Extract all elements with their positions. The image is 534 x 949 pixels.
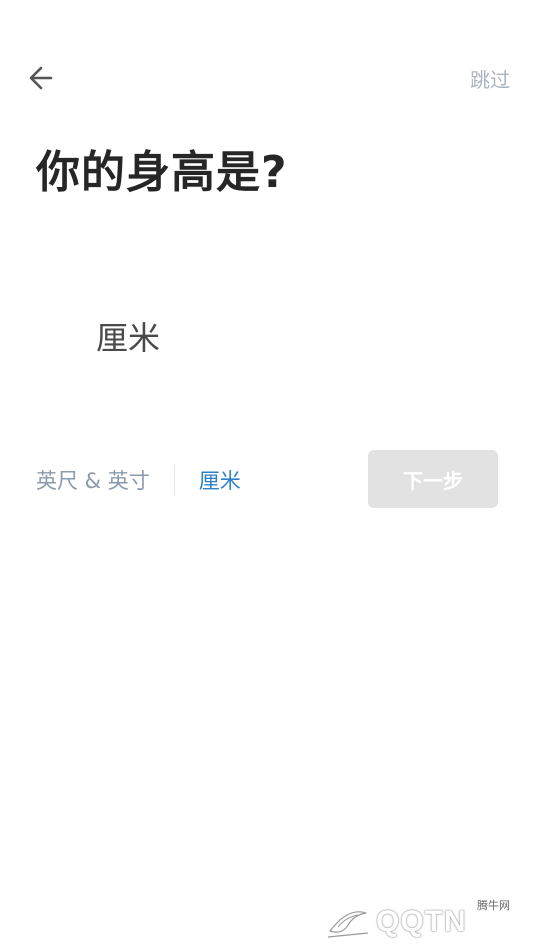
next-button[interactable]: 下一步 (368, 450, 498, 508)
height-input-row: 厘米 (36, 308, 160, 364)
watermark-text: QQTN (376, 905, 467, 938)
height-input[interactable] (36, 317, 90, 355)
arrow-left-icon (29, 66, 53, 90)
watermark-logo: 腾牛网 QQTN (324, 899, 524, 941)
unit-option-cm[interactable]: 厘米 (199, 465, 241, 495)
watermark-small-text: 腾牛网 (477, 899, 510, 912)
unit-option-feet-inches[interactable]: 英尺 & 英寸 (36, 465, 150, 495)
back-button[interactable] (22, 60, 60, 96)
height-unit-label: 厘米 (96, 319, 161, 357)
unit-toggle: 英尺 & 英寸 厘米 (36, 462, 241, 498)
unit-divider (173, 465, 175, 495)
page-title: 你的身高是? (36, 147, 288, 198)
qqtn-logo-icon (327, 911, 369, 938)
skip-button[interactable]: 跳过 (470, 64, 510, 93)
